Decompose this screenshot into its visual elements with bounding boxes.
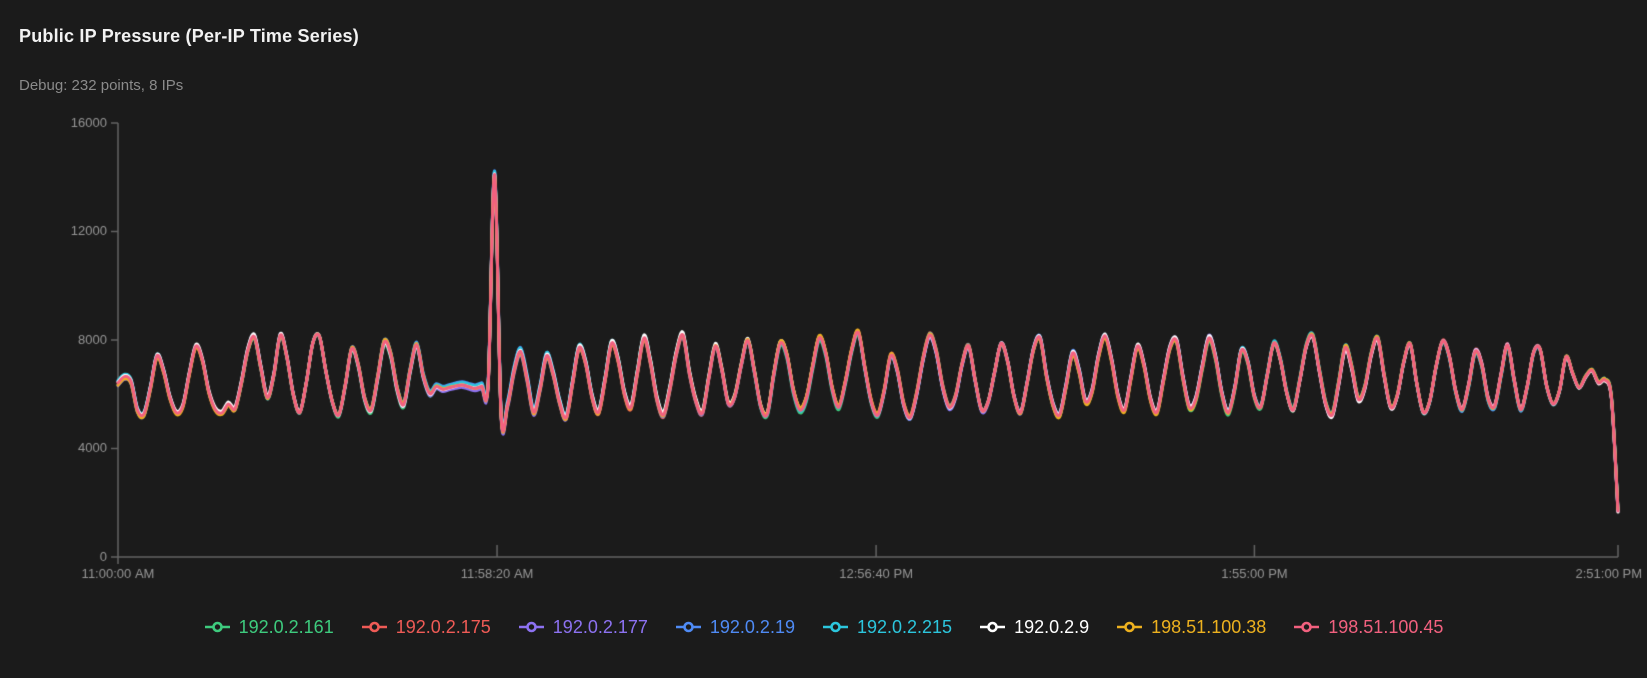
legend-label: 192.0.2.19 [710, 618, 795, 636]
legend-label: 192.0.2.161 [239, 618, 334, 636]
legend-label: 192.0.2.215 [857, 618, 952, 636]
legend-item-198.51.100.45[interactable]: 198.51.100.45 [1293, 618, 1443, 636]
legend-item-192.0.2.9[interactable]: 192.0.2.9 [979, 618, 1089, 636]
legend-line-marker-icon [518, 620, 545, 634]
legend-label: 192.0.2.175 [396, 618, 491, 636]
timeseries-plot-canvas[interactable] [0, 0, 1647, 605]
legend-label: 192.0.2.177 [553, 618, 648, 636]
legend-item-192.0.2.177[interactable]: 192.0.2.177 [518, 618, 648, 636]
legend-line-marker-icon [822, 620, 849, 634]
legend-line-marker-icon [361, 620, 388, 634]
legend-item-198.51.100.38[interactable]: 198.51.100.38 [1116, 618, 1266, 636]
chart-card: Public IP Pressure (Per-IP Time Series) … [0, 0, 1647, 678]
legend-item-192.0.2.215[interactable]: 192.0.2.215 [822, 618, 952, 636]
legend-line-marker-icon [1293, 620, 1320, 634]
chart-legend: 192.0.2.161 192.0.2.175 192.0.2.177 192.0.2… [0, 618, 1647, 636]
legend-label: 198.51.100.38 [1151, 618, 1266, 636]
legend-item-192.0.2.175[interactable]: 192.0.2.175 [361, 618, 491, 636]
legend-line-marker-icon [1116, 620, 1143, 634]
legend-label: 198.51.100.45 [1328, 618, 1443, 636]
legend-line-marker-icon [675, 620, 702, 634]
legend-line-marker-icon [979, 620, 1006, 634]
legend-item-192.0.2.19[interactable]: 192.0.2.19 [675, 618, 795, 636]
legend-item-192.0.2.161[interactable]: 192.0.2.161 [204, 618, 334, 636]
legend-label: 192.0.2.9 [1014, 618, 1089, 636]
legend-line-marker-icon [204, 620, 231, 634]
